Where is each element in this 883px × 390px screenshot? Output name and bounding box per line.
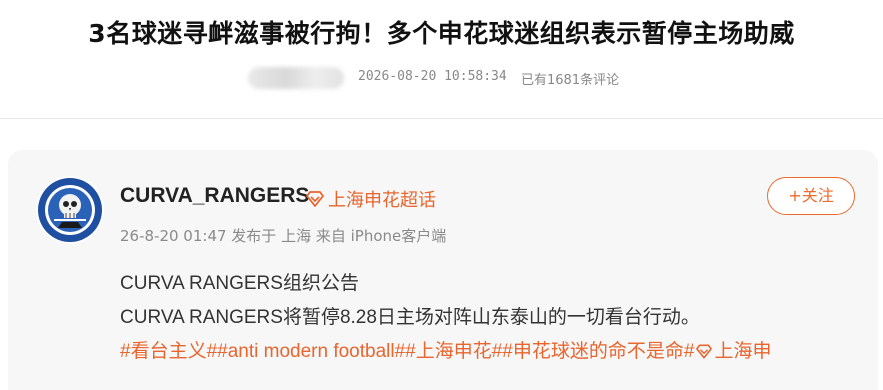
skull-club-badge-icon — [36, 176, 104, 244]
diamond-topic-icon — [306, 191, 324, 207]
section-divider — [0, 118, 883, 119]
hashtag-link[interactable]: #看台主义# — [120, 341, 217, 362]
hashtag-link[interactable]: #上海申花# — [405, 341, 502, 362]
comment-count-link[interactable]: 已有1681条评论 — [521, 69, 619, 88]
topic-link[interactable]: 上海申花超话 — [306, 186, 436, 212]
post-meta: 26-8-20 01:47 发布于 上海 来自 iPhone客户端 — [120, 227, 447, 245]
article-datetime: 2026-08-20 10:58:34 — [358, 69, 507, 84]
hashtag-line: #看台主义##anti modern football##上海申花##申花球迷的… — [120, 336, 771, 363]
topic-label: 上海申花超话 — [328, 190, 436, 211]
follow-button[interactable]: +关注 — [767, 177, 855, 215]
post-username[interactable]: CURVA_RANGERS — [120, 184, 309, 208]
article-headline: 3名球迷寻衅滋事被行拘！多个申花球迷组织表示暂停主场助威 — [88, 19, 795, 48]
hashtag-link[interactable]: #anti modern football# — [217, 341, 405, 362]
topic-link-truncated[interactable]: 上海申 — [714, 341, 771, 362]
avatar[interactable] — [36, 176, 104, 244]
hashtag-link[interactable]: #申花球迷的命不是命# — [502, 341, 694, 362]
article-meta-row: 2026-08-20 10:58:34 已有1681条评论 — [0, 63, 883, 93]
post-text-line-1: CURVA RANGERS组织公告 — [120, 273, 359, 294]
diamond-topic-icon — [696, 344, 713, 359]
blurred-author-name — [248, 67, 344, 89]
post-text-line-2: CURVA RANGERS将暂停8.28日主场对阵山东泰山的一切看台行动。 — [120, 307, 700, 328]
